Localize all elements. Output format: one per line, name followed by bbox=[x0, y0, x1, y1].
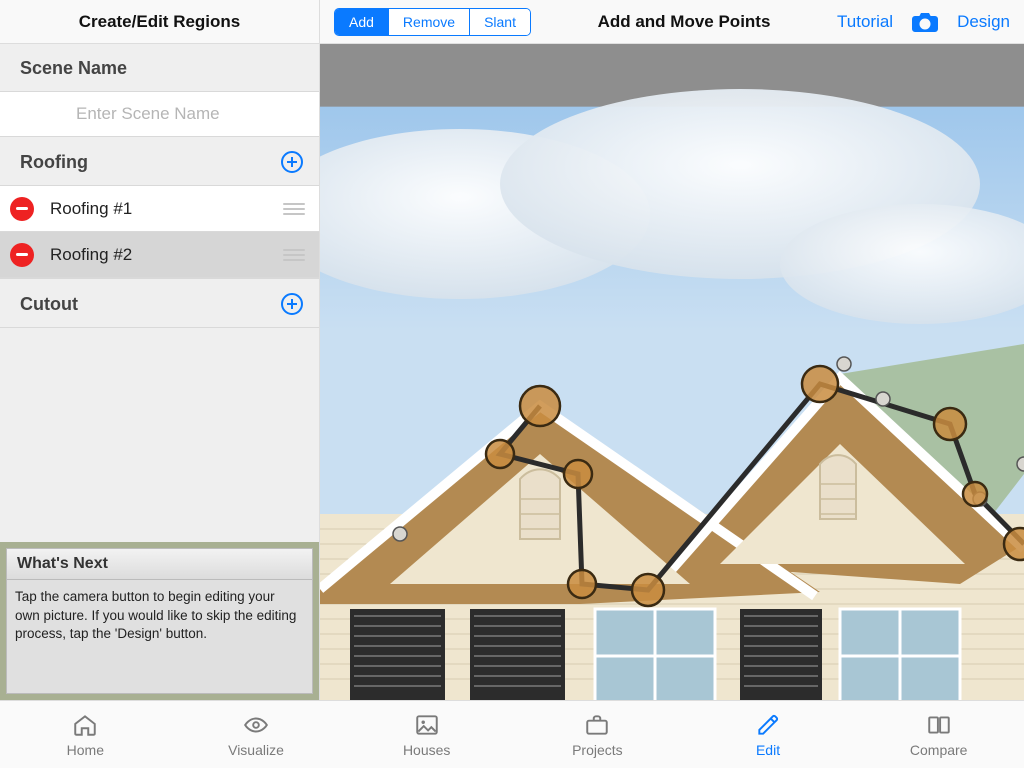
region-label: Roofing #1 bbox=[50, 199, 283, 219]
tutorial-link[interactable]: Tutorial bbox=[837, 12, 893, 32]
region-row[interactable]: Roofing #1 bbox=[0, 186, 319, 232]
tab-edit[interactable]: Edit bbox=[683, 701, 854, 768]
tab-projects[interactable]: Projects bbox=[512, 701, 683, 768]
tab-bar: Home Visualize Houses Projects Edit Comp… bbox=[0, 700, 1024, 768]
editor-pane: Add Remove Slant Add and Move Points Tut… bbox=[320, 0, 1024, 700]
plus-icon[interactable] bbox=[281, 151, 303, 173]
tab-compare[interactable]: Compare bbox=[853, 701, 1024, 768]
minus-icon[interactable] bbox=[10, 243, 34, 267]
home-icon bbox=[72, 712, 98, 738]
minus-icon[interactable] bbox=[10, 197, 34, 221]
region-row[interactable]: Roofing #2 bbox=[0, 232, 319, 278]
editor-canvas[interactable] bbox=[320, 44, 1024, 700]
tab-label: Edit bbox=[756, 742, 780, 758]
edit-icon bbox=[755, 712, 781, 738]
roofing-header: Roofing bbox=[0, 137, 319, 186]
mode-slant-button[interactable]: Slant bbox=[469, 9, 530, 35]
camera-icon[interactable] bbox=[911, 11, 939, 33]
drag-handle-icon[interactable] bbox=[283, 249, 305, 261]
cutout-header: Cutout bbox=[0, 278, 319, 328]
drag-handle-icon[interactable] bbox=[283, 203, 305, 215]
scene-name-row bbox=[0, 92, 319, 137]
editor-header: Add Remove Slant Add and Move Points Tut… bbox=[320, 0, 1024, 44]
design-link[interactable]: Design bbox=[957, 12, 1010, 32]
tab-home[interactable]: Home bbox=[0, 701, 171, 768]
region-label: Roofing #2 bbox=[50, 245, 283, 265]
tab-houses[interactable]: Houses bbox=[341, 701, 512, 768]
sidebar: Create/Edit Regions Scene Name Roofing R… bbox=[0, 0, 320, 700]
tab-label: Home bbox=[67, 742, 104, 758]
roofing-label: Roofing bbox=[20, 152, 88, 173]
tab-label: Visualize bbox=[228, 742, 284, 758]
image-icon bbox=[414, 712, 440, 738]
sidebar-title: Create/Edit Regions bbox=[0, 0, 319, 44]
whats-next-body: Tap the camera button to begin editing y… bbox=[6, 580, 313, 694]
scene-name-field[interactable] bbox=[0, 92, 319, 136]
editor-title: Add and Move Points bbox=[598, 12, 771, 32]
scene-name-header: Scene Name bbox=[0, 44, 319, 92]
cutout-label: Cutout bbox=[20, 294, 78, 315]
tab-label: Projects bbox=[572, 742, 623, 758]
tab-visualize[interactable]: Visualize bbox=[171, 701, 342, 768]
compare-icon bbox=[926, 712, 952, 738]
tab-label: Compare bbox=[910, 742, 968, 758]
mode-add-button[interactable]: Add bbox=[335, 9, 388, 35]
whats-next-title: What's Next bbox=[6, 548, 313, 580]
mode-segmented-control: Add Remove Slant bbox=[334, 8, 531, 36]
briefcase-icon bbox=[584, 712, 610, 738]
whats-next-panel: What's Next Tap the camera button to beg… bbox=[0, 542, 319, 700]
eye-icon bbox=[243, 712, 269, 738]
tab-label: Houses bbox=[403, 742, 450, 758]
plus-icon[interactable] bbox=[281, 293, 303, 315]
mode-remove-button[interactable]: Remove bbox=[388, 9, 469, 35]
scene-name-label: Scene Name bbox=[20, 58, 127, 79]
